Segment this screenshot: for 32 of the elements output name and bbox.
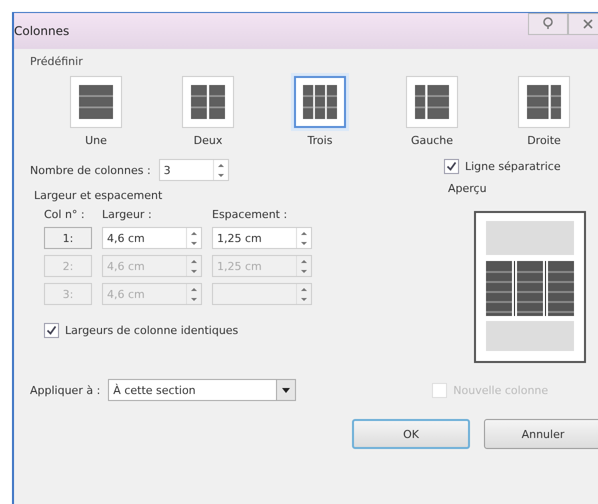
group-label: Largeur et espacement: [34, 189, 164, 202]
width-field[interactable]: 4,6 cm: [102, 227, 202, 249]
window-title: Colonnes: [14, 24, 70, 38]
columns-icon: [79, 85, 113, 119]
checkbox[interactable]: [44, 323, 59, 338]
columns-icon: [527, 85, 561, 119]
columns-icon: [191, 85, 225, 119]
apply-to-label: Appliquer à :: [30, 384, 100, 396]
group-label: Prédéfinir: [30, 55, 83, 68]
group-label: Aperçu: [448, 182, 488, 195]
cancel-button[interactable]: Annuler: [484, 419, 598, 449]
columns-icon: [415, 85, 449, 119]
column-count-label: Nombre de colonnes :: [30, 164, 151, 176]
column-header: Espacement :: [212, 208, 288, 221]
spacing-field[interactable]: [212, 283, 312, 305]
close-button[interactable]: [568, 13, 598, 35]
close-icon: [582, 18, 594, 30]
checkbox-label: Largeurs de colonne identiques: [65, 324, 238, 337]
column-count-field[interactable]: 3: [158, 159, 229, 181]
column-header: Largeur :: [102, 208, 153, 221]
spacing-field[interactable]: 1,25 cm: [212, 227, 312, 249]
apply-to-dropdown[interactable]: À cette section: [108, 379, 296, 401]
columns-icon: [303, 85, 337, 119]
column-header: Col n° :: [44, 208, 86, 221]
checkbox-label: Ligne séparatrice: [465, 160, 561, 173]
dropdown-arrow-icon: [282, 388, 290, 392]
column-number: 2:: [44, 255, 92, 277]
checkbox[interactable]: [444, 159, 459, 174]
help-button[interactable]: [528, 13, 568, 35]
ok-button[interactable]: OK: [352, 419, 470, 449]
column-number: 1:: [44, 227, 92, 249]
column-number: 3:: [44, 283, 92, 305]
